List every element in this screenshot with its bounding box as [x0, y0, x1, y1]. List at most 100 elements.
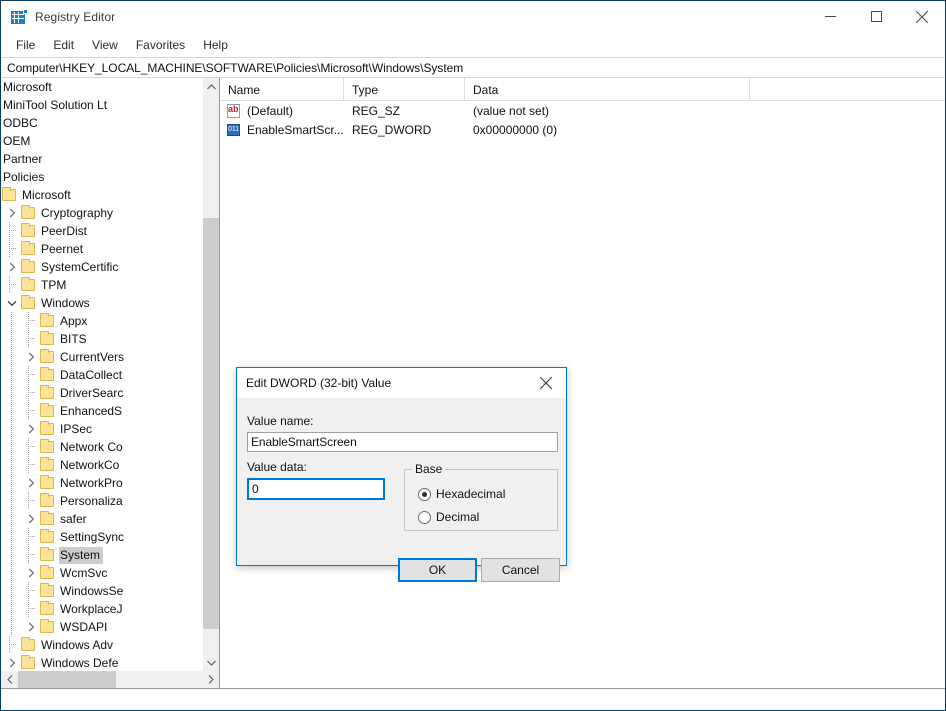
scroll-right-arrow[interactable] [202, 671, 219, 688]
dialog-close-icon[interactable] [526, 368, 566, 397]
tree-item-peerdist[interactable]: PeerDist [1, 222, 202, 240]
tree-item-currentvers[interactable]: CurrentVers [1, 348, 202, 366]
value-data-input[interactable]: 0 [247, 478, 385, 500]
scroll-down-arrow[interactable] [203, 654, 219, 671]
base-groupbox-label: Base [412, 462, 446, 476]
menu-file[interactable]: File [7, 35, 44, 56]
tree-item-odbc[interactable]: ODBC [1, 114, 202, 132]
tree-item-workplacej[interactable]: WorkplaceJ [1, 600, 202, 618]
tree-horizontal-scrollbar[interactable] [1, 671, 219, 688]
column-header-filler [750, 78, 945, 101]
tree-item-wsdapi[interactable]: WSDAPI [1, 618, 202, 636]
chevron-right-icon[interactable] [4, 258, 20, 276]
tree-item-policies[interactable]: Policies [1, 168, 202, 186]
chevron-down-icon[interactable] [4, 294, 20, 312]
chevron-right-icon[interactable] [4, 204, 20, 222]
scroll-left-arrow[interactable] [1, 671, 18, 688]
tree-item-network-co[interactable]: Network Co [1, 438, 202, 456]
tree-item-safer[interactable]: safer [1, 510, 202, 528]
tree-item-personaliza[interactable]: Personaliza [1, 492, 202, 510]
chevron-right-icon[interactable] [4, 654, 20, 671]
chevron-right-icon[interactable] [23, 420, 39, 438]
value-name-input[interactable]: EnableSmartScreen [247, 432, 558, 452]
tree-item-ipsec[interactable]: IPSec [1, 420, 202, 438]
tree-guide-line [11, 438, 12, 456]
tree-item-label: EnhancedS [60, 403, 123, 418]
tree-item-microsoft[interactable]: Microsoft [1, 186, 202, 204]
maximize-button[interactable] [853, 1, 899, 32]
chevron-right-icon[interactable] [23, 348, 39, 366]
tree-item-windows-adv[interactable]: Windows Adv [1, 636, 202, 654]
tree-item-label: safer [60, 511, 87, 526]
folder-icon [39, 366, 55, 384]
column-header-type[interactable]: Type [344, 78, 465, 101]
close-button[interactable] [899, 1, 945, 32]
tree-item-driversearc[interactable]: DriverSearc [1, 384, 202, 402]
column-header-label: Data [473, 82, 499, 97]
tree-connector [23, 600, 39, 618]
registry-value-row[interactable]: EnableSmartScr... REG_DWORD 0x00000000 (0) [220, 120, 945, 139]
menu-edit[interactable]: Edit [44, 35, 83, 56]
column-header-name[interactable]: Name [220, 78, 344, 101]
cancel-button[interactable]: Cancel [481, 558, 560, 582]
menu-help[interactable]: Help [194, 35, 237, 56]
tree-vertical-scrollbar-thumb[interactable] [203, 218, 219, 629]
tree-item-label: BITS [60, 331, 87, 346]
registry-value-row[interactable]: (Default) REG_SZ (value not set) [220, 101, 945, 120]
tree-item-system[interactable]: System [1, 546, 202, 564]
radio-decimal[interactable]: Decimal [418, 510, 479, 524]
registry-path-text: Computer\HKEY_LOCAL_MACHINE\SOFTWARE\Pol… [7, 60, 464, 75]
ok-button[interactable]: OK [398, 558, 477, 582]
tree-item-networkco[interactable]: NetworkCo [1, 456, 202, 474]
folder-icon [39, 492, 55, 510]
tree-item-label: NetworkCo [60, 457, 120, 472]
tree-item-enhanceds[interactable]: EnhancedS [1, 402, 202, 420]
menu-view[interactable]: View [83, 35, 127, 56]
tree-item-partner[interactable]: Partner [1, 150, 202, 168]
chevron-right-icon[interactable] [23, 474, 39, 492]
tree-guide-line [11, 402, 12, 420]
tree-item-microsoft[interactable]: Microsoft [1, 78, 202, 96]
folder-icon [20, 636, 36, 654]
tree-item-oem[interactable]: OEM [1, 132, 202, 150]
tree-item-label: DriverSearc [60, 385, 124, 400]
tree-connector [23, 456, 39, 474]
radio-hexadecimal[interactable]: Hexadecimal [418, 487, 505, 501]
folder-icon [20, 654, 36, 671]
tree-guide-line [11, 582, 12, 600]
tree-item-windows-defe[interactable]: Windows Defe [1, 654, 202, 671]
tree-item-networkpro[interactable]: NetworkPro [1, 474, 202, 492]
tree-item-minitool-solution-lt[interactable]: MiniTool Solution Lt [1, 96, 202, 114]
chevron-right-icon[interactable] [23, 510, 39, 528]
tree-item-label: Windows Adv [41, 637, 114, 652]
window-controls [807, 1, 945, 32]
address-bar[interactable]: Computer\HKEY_LOCAL_MACHINE\SOFTWARE\Pol… [2, 57, 944, 78]
tree-horizontal-scrollbar-thumb[interactable] [18, 671, 116, 688]
tree-item-label: PeerDist [41, 223, 88, 238]
column-header-data[interactable]: Data [465, 78, 750, 101]
tree-vertical-scrollbar[interactable] [202, 78, 219, 671]
tree-scroll-area: Microsoft MiniTool Solution Lt ODBC OEM Part… [1, 78, 202, 671]
tree-item-peernet[interactable]: Peernet [1, 240, 202, 258]
chevron-right-icon[interactable] [23, 618, 39, 636]
tree-item-appx[interactable]: Appx [1, 312, 202, 330]
minimize-button[interactable] [807, 1, 853, 32]
tree-item-datacollect[interactable]: DataCollect [1, 366, 202, 384]
registry-tree: Microsoft MiniTool Solution Lt ODBC OEM Part… [1, 78, 202, 671]
chevron-right-icon[interactable] [23, 564, 39, 582]
registry-editor-icon [11, 9, 28, 25]
tree-item-bits[interactable]: BITS [1, 330, 202, 348]
tree-item-wcmsvc[interactable]: WcmSvc [1, 564, 202, 582]
menu-favorites[interactable]: Favorites [127, 35, 194, 56]
folder-icon [39, 564, 55, 582]
tree-item-windowsse[interactable]: WindowsSe [1, 582, 202, 600]
tree-item-settingsync[interactable]: SettingSync [1, 528, 202, 546]
tree-item-systemcertific[interactable]: SystemCertific [1, 258, 202, 276]
scroll-up-arrow[interactable] [203, 78, 219, 95]
tree-item-windows[interactable]: Windows [1, 294, 202, 312]
tree-item-cryptography[interactable]: Cryptography [1, 204, 202, 222]
tree-connector [4, 240, 20, 258]
tree-item-tpm[interactable]: TPM [1, 276, 202, 294]
